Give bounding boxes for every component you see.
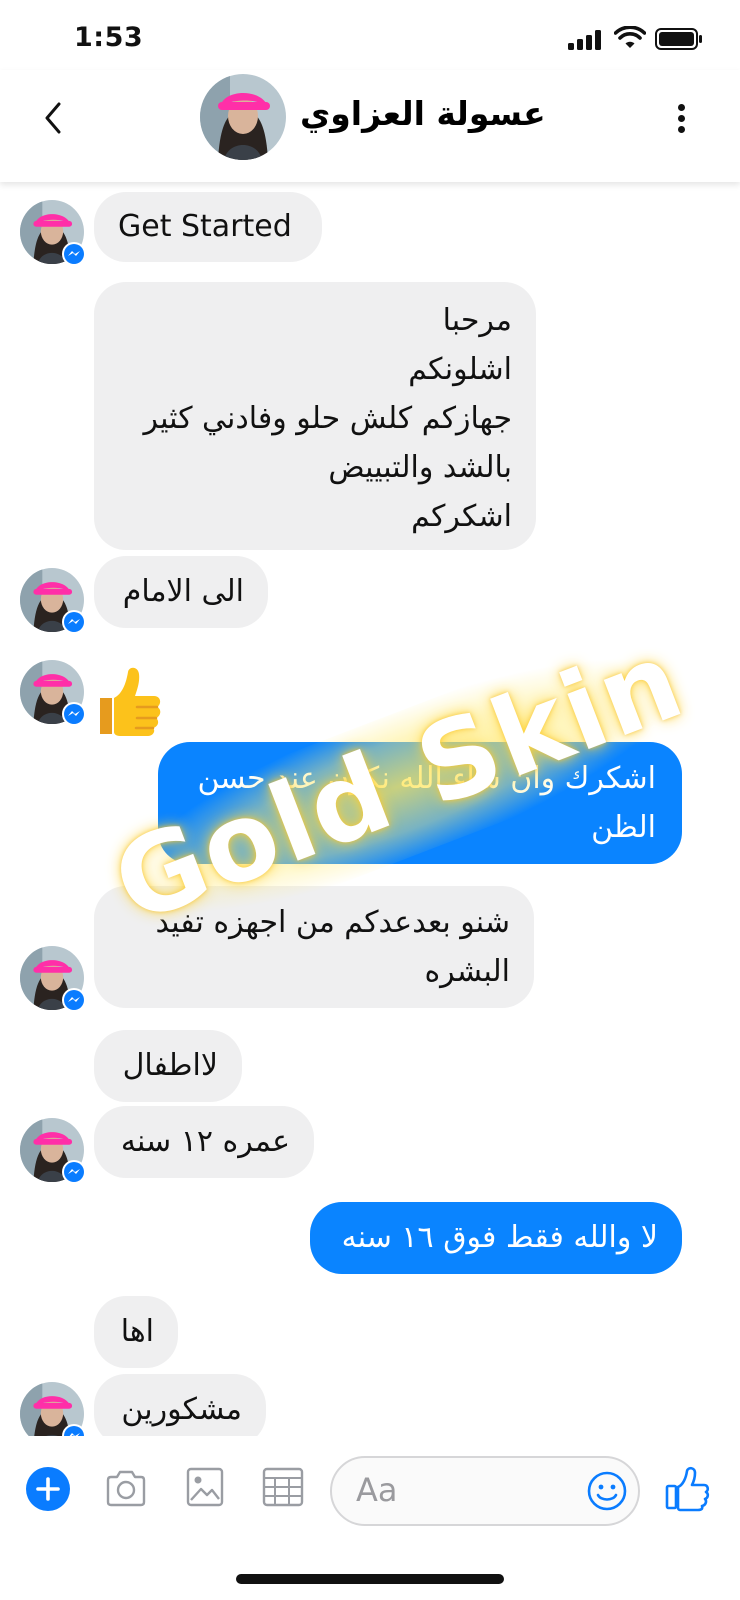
message-text: الى الامام bbox=[122, 574, 244, 609]
sender-avatar[interactable] bbox=[20, 1382, 86, 1436]
camera-button[interactable] bbox=[104, 1468, 148, 1508]
home-indicator bbox=[236, 1574, 504, 1584]
message-bubble[interactable]: اشكرك وان شاء الله نكون عند حسن الظن bbox=[158, 742, 682, 864]
messenger-badge-icon bbox=[62, 1160, 86, 1184]
message-composer: Aa bbox=[0, 1436, 740, 1546]
message-line: اشلونكم bbox=[408, 352, 512, 387]
message-bubble[interactable]: الى الامام bbox=[94, 556, 268, 628]
sender-avatar[interactable] bbox=[20, 1118, 86, 1184]
message-line: بالشد والتبييض bbox=[328, 450, 512, 485]
message-line: اشكركم bbox=[411, 499, 512, 534]
sender-avatar[interactable] bbox=[20, 568, 86, 634]
message-bubble[interactable]: لا والله فقط فوق ١٦ سنه bbox=[310, 1202, 682, 1274]
add-button[interactable] bbox=[26, 1467, 70, 1511]
sticker-button[interactable] bbox=[262, 1466, 304, 1508]
sender-avatar[interactable] bbox=[20, 660, 86, 726]
message-line: البشره bbox=[424, 954, 510, 989]
messenger-badge-icon bbox=[62, 988, 86, 1012]
message-text: عمره ١٢ سنه bbox=[120, 1124, 290, 1159]
battery-icon bbox=[655, 28, 702, 50]
message-line: شنو بعدعدكم من اجهزه تفيد bbox=[155, 905, 510, 940]
message-input-placeholder: Aa bbox=[356, 1471, 398, 1509]
sender-avatar[interactable] bbox=[20, 200, 86, 266]
message-text: مشكورين bbox=[121, 1392, 242, 1427]
chat-header: عسولة العزاوي bbox=[0, 70, 740, 182]
message-bubble[interactable]: Get Started bbox=[94, 192, 322, 262]
sender-avatar[interactable] bbox=[20, 946, 86, 1012]
emoji-button[interactable] bbox=[586, 1470, 628, 1512]
message-line: الظن bbox=[591, 810, 656, 845]
message-text: اها bbox=[120, 1314, 154, 1349]
more-options-button[interactable] bbox=[672, 100, 692, 138]
message-line: جهازكم كلش حلو وفادني كثير bbox=[143, 401, 512, 436]
thumbs-up-emoji-icon[interactable] bbox=[92, 664, 164, 738]
contact-avatar[interactable] bbox=[200, 74, 286, 160]
message-bubble[interactable]: شنو بعدعدكم من اجهزه تفيد البشره bbox=[94, 886, 534, 1008]
message-bubble[interactable]: اها bbox=[94, 1296, 178, 1368]
status-bar: 1:53 bbox=[0, 0, 740, 78]
like-button[interactable] bbox=[664, 1466, 710, 1512]
messenger-badge-icon bbox=[62, 702, 86, 726]
message-bubble[interactable]: مرحبا اشلونكم جهازكم كلش حلو وفادني كثير… bbox=[94, 282, 536, 550]
plus-icon bbox=[36, 1477, 60, 1501]
avatar-image bbox=[200, 74, 286, 160]
message-text: Get Started bbox=[118, 209, 292, 244]
wifi-icon bbox=[614, 26, 646, 48]
message-bubble[interactable]: عمره ١٢ سنه bbox=[94, 1106, 314, 1178]
message-bubble[interactable]: لااطفال bbox=[94, 1030, 242, 1102]
image-gallery-button[interactable] bbox=[186, 1466, 224, 1508]
cellular-signal-icon bbox=[568, 30, 604, 50]
message-text: لا والله فقط فوق ١٦ سنه bbox=[341, 1220, 658, 1255]
message-line: اشكرك وان شاء الله نكون عند حسن bbox=[197, 761, 656, 796]
messenger-badge-icon bbox=[62, 610, 86, 634]
messenger-badge-icon bbox=[62, 1424, 86, 1436]
messenger-badge-icon bbox=[62, 242, 86, 266]
message-bubble[interactable]: مشكورين bbox=[94, 1374, 266, 1436]
back-button[interactable] bbox=[38, 98, 68, 138]
message-text: لااطفال bbox=[122, 1048, 218, 1083]
message-line: مرحبا bbox=[442, 303, 512, 338]
message-list[interactable]: Get Started مرحبا اشلونكم جهازكم كلش حلو… bbox=[0, 182, 740, 1436]
status-time: 1:53 bbox=[74, 22, 144, 53]
contact-name[interactable]: عسولة العزاوي bbox=[300, 94, 546, 133]
